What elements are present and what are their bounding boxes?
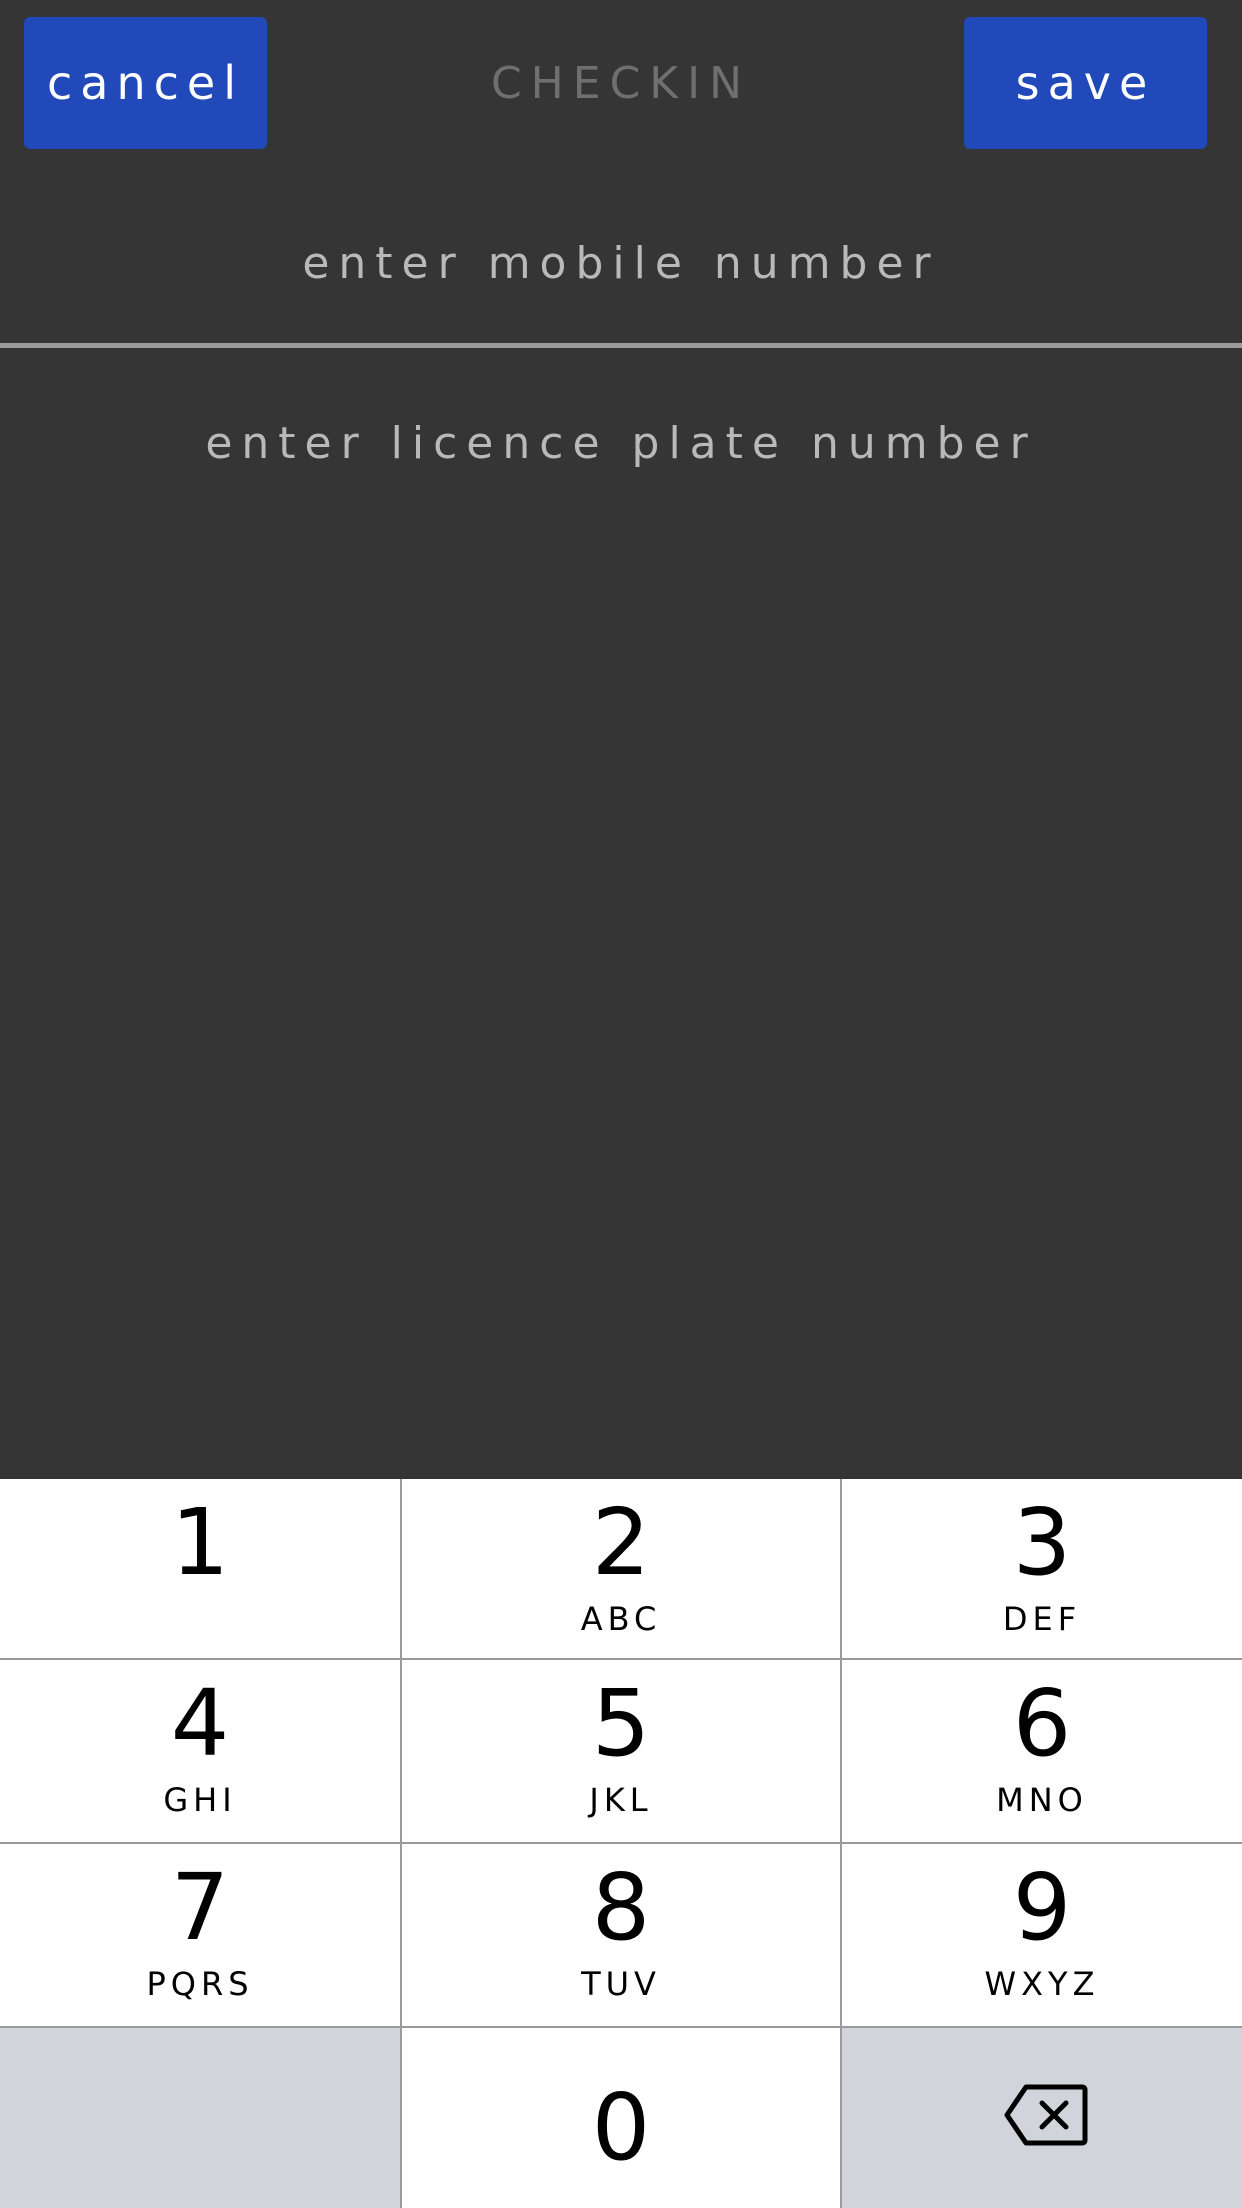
key-6[interactable]: 6 MNO: [842, 1660, 1242, 1842]
key-digit: 1: [170, 1489, 230, 1596]
key-digit: 4: [170, 1670, 230, 1777]
key-9[interactable]: 9 WXYZ: [842, 1844, 1242, 2026]
key-letters: GHI: [163, 1781, 237, 1819]
key-1[interactable]: 1: [0, 1479, 400, 1658]
numeric-keypad: 1 2 ABC 3 DEF 4 GHI 5 JKL 6 MNO 7 PQRS 8: [0, 1479, 1242, 2208]
field-divider: [0, 343, 1242, 348]
top-bar: cancel CHECKIN save: [0, 0, 1242, 170]
backspace-icon: [1004, 2084, 1088, 2146]
key-letters: PQRS: [146, 1965, 254, 2003]
key-letters: ABC: [580, 1600, 662, 1638]
key-digit: 0: [591, 2074, 651, 2181]
key-digit: 5: [591, 1670, 651, 1777]
key-2[interactable]: 2 ABC: [402, 1479, 840, 1658]
key-blank: [0, 2028, 400, 2208]
save-button[interactable]: save: [964, 17, 1207, 149]
key-digit: 9: [1012, 1854, 1072, 1961]
key-letters: JKL: [589, 1781, 653, 1819]
key-8[interactable]: 8 TUV: [402, 1844, 840, 2026]
licence-plate-input[interactable]: [0, 410, 1242, 476]
mobile-number-input[interactable]: [0, 230, 1242, 296]
key-letters: DEF: [1002, 1600, 1082, 1638]
key-4[interactable]: 4 GHI: [0, 1660, 400, 1842]
key-digit: 6: [1012, 1670, 1072, 1777]
key-3[interactable]: 3 DEF: [842, 1479, 1242, 1658]
key-0[interactable]: 0: [402, 2028, 840, 2208]
key-digit: 7: [170, 1854, 230, 1961]
key-letters: MNO: [996, 1781, 1088, 1819]
key-digit: 3: [1012, 1489, 1072, 1596]
key-letters: WXYZ: [984, 1965, 1100, 2003]
key-7[interactable]: 7 PQRS: [0, 1844, 400, 2026]
checkin-screen: cancel CHECKIN save 1 2 ABC 3 DEF 4 GHI …: [0, 0, 1242, 2208]
backspace-key[interactable]: [842, 2028, 1242, 2208]
key-digit: 8: [591, 1854, 651, 1961]
key-letters: TUV: [581, 1965, 661, 2003]
key-digit: 2: [591, 1489, 651, 1596]
key-5[interactable]: 5 JKL: [402, 1660, 840, 1842]
